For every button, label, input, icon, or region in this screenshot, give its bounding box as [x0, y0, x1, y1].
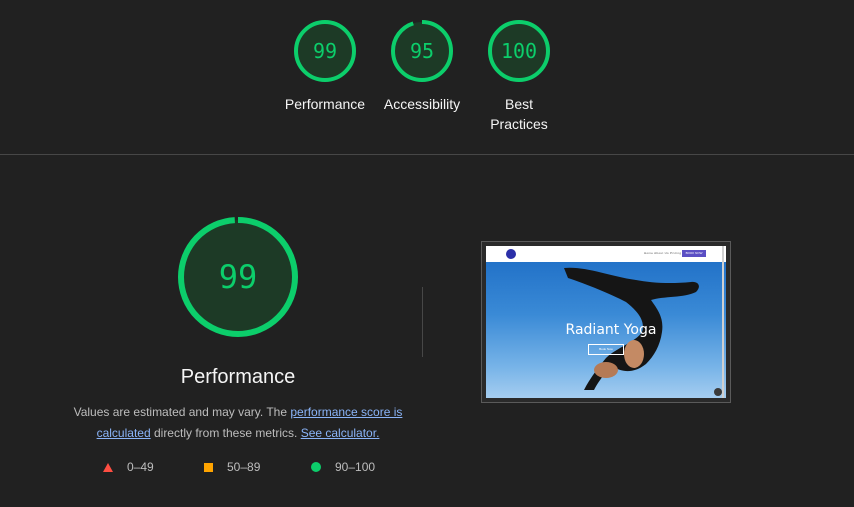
- square-icon: [204, 462, 213, 472]
- thumbnail-scrollbar: [722, 246, 724, 398]
- legend-fail-range: 0–49: [127, 460, 154, 474]
- thumbnail-page: Home About Us Pricing BOOK NOW Radiant Y…: [486, 246, 726, 398]
- gauge-best-practices-ring: 100: [488, 20, 550, 82]
- performance-main-score: 99: [219, 258, 258, 296]
- gauge-best-practices[interactable]: 100 Best Practices: [471, 18, 567, 134]
- gauge-performance-value: 99: [313, 39, 337, 63]
- performance-description: Values are estimated and may vary. The p…: [70, 402, 406, 444]
- gauge-performance[interactable]: 99 Performance: [277, 18, 373, 114]
- thumbnail-cta-button: Book Now: [588, 344, 624, 355]
- see-calculator-link[interactable]: See calculator.: [301, 426, 380, 440]
- legend-pass: 90–100: [311, 460, 375, 474]
- vertical-divider: [422, 287, 423, 357]
- thumbnail-nav-links: Home About Us Pricing: [644, 251, 682, 255]
- gauge-best-practices-label: Best Practices: [490, 96, 548, 132]
- legend-fail: 0–49: [103, 460, 154, 474]
- gauge-performance-label: Performance: [284, 96, 366, 112]
- description-text-middle: directly from these metrics.: [150, 426, 301, 440]
- description-text-start: Values are estimated and may vary. The: [73, 405, 291, 419]
- thumbnail-logo-icon: [506, 249, 516, 259]
- legend-average-range: 50–89: [227, 460, 261, 474]
- gauge-performance-ring: 99: [294, 20, 356, 82]
- thumbnail-hero-title: Radiant Yoga: [565, 322, 657, 338]
- triangle-icon: [103, 462, 113, 472]
- thumbnail-navbar: Home About Us Pricing BOOK NOW: [486, 246, 726, 262]
- performance-main-gauge-ring: 99: [178, 217, 298, 337]
- gauge-accessibility-label: Accessibility: [383, 96, 461, 112]
- final-screenshot-thumbnail[interactable]: Home About Us Pricing BOOK NOW Radiant Y…: [481, 241, 731, 403]
- legend-pass-range: 90–100: [335, 460, 376, 474]
- gauge-best-practices-value: 100: [501, 39, 537, 63]
- gauge-accessibility[interactable]: 95 Accessibility: [374, 18, 470, 114]
- performance-main-gauge: 99: [176, 215, 300, 339]
- chat-icon: [714, 388, 722, 396]
- gauge-accessibility-value: 95: [410, 39, 434, 63]
- thumbnail-nav-button: BOOK NOW: [682, 250, 706, 257]
- gauge-accessibility-ring: 95: [391, 20, 453, 82]
- legend-average: 50–89: [204, 460, 260, 474]
- circle-icon: [311, 462, 321, 472]
- performance-title: Performance: [180, 366, 296, 388]
- section-divider: [0, 154, 854, 155]
- score-gauges-row: 99 Performance 95 Accessibility 100 Best…: [0, 0, 854, 154]
